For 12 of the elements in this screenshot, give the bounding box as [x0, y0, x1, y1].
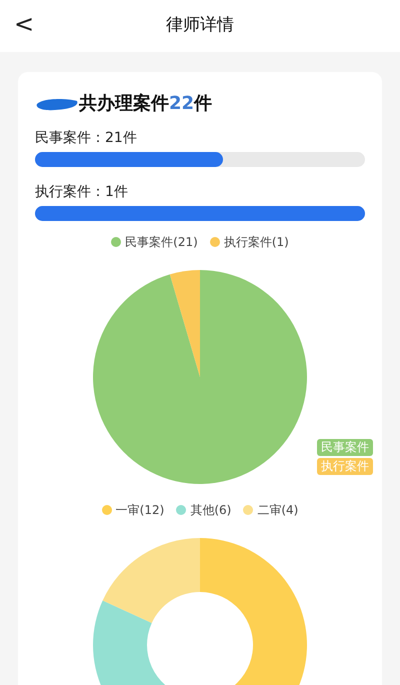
bar-label: 民事案件：21件: [35, 130, 137, 146]
legend-label: 民事案件(21): [125, 234, 198, 251]
legend-label: 一审(12): [116, 502, 164, 519]
legend-label: 其他(6): [190, 502, 232, 519]
page-title: 律师详情: [166, 14, 234, 38]
bar-label: 执行案件：1件: [35, 184, 128, 200]
chart-tag: 执行案件: [317, 458, 373, 475]
back-button[interactable]: <: [14, 12, 34, 36]
legend-label: 执行案件(1): [224, 234, 289, 251]
legend-label: 二审(4): [257, 502, 298, 519]
case-total: 共办理案件22件: [79, 92, 212, 116]
chart-tag: 民事案件: [317, 439, 373, 456]
